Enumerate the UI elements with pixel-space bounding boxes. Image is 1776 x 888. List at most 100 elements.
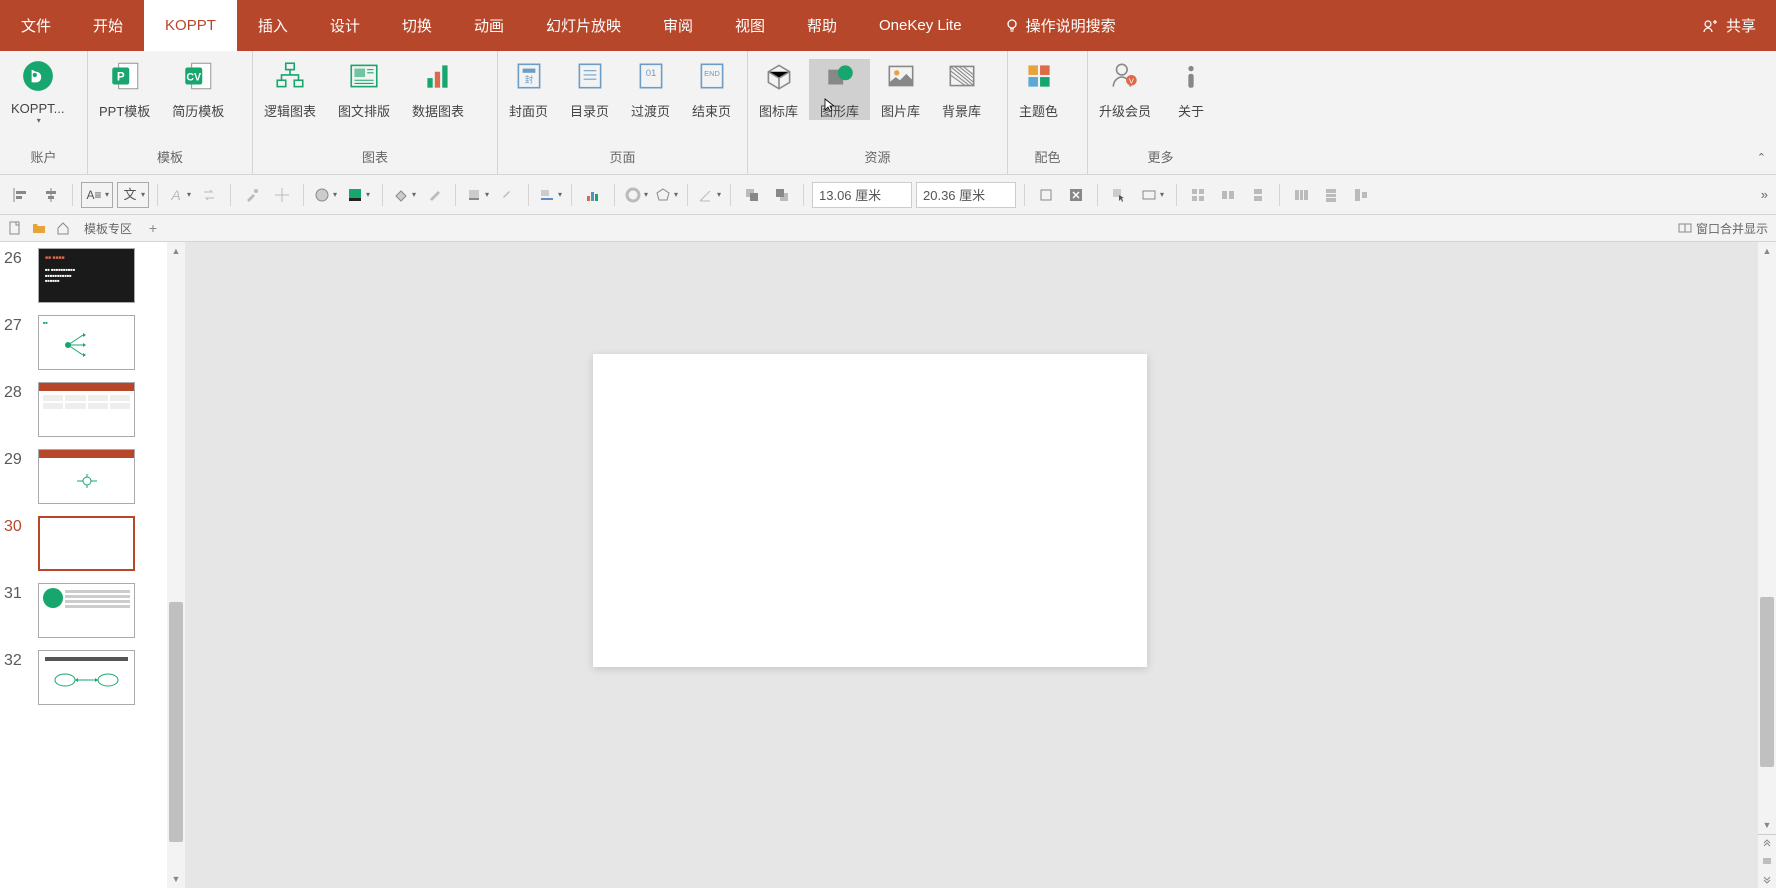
add-tab-button[interactable]: +	[142, 217, 164, 239]
thumbs-scrollbar[interactable]: ▲ ▼	[167, 242, 185, 888]
tab-slideshow[interactable]: 幻灯片放映	[525, 0, 642, 51]
grid1-button[interactable]	[1185, 182, 1211, 208]
align-left-button[interactable]	[8, 182, 34, 208]
cover-page-button[interactable]: 封 封面页	[498, 59, 559, 120]
thumbs-scroll-thumb[interactable]	[169, 602, 183, 842]
thumb-preview[interactable]	[38, 382, 135, 437]
textbox-button[interactable]: A≡▾	[81, 182, 113, 208]
logic-chart-button[interactable]: 逻辑图表	[253, 59, 327, 120]
tab-onekey[interactable]: OneKey Lite	[858, 0, 983, 51]
canvas-scroll-down-button[interactable]: ▼	[1758, 816, 1776, 834]
resume-template-button[interactable]: CV 简历模板	[161, 59, 235, 120]
tab-help[interactable]: 帮助	[786, 0, 858, 51]
thumb-preview[interactable]	[38, 449, 135, 504]
tab-koppt[interactable]: KOPPT	[144, 0, 237, 51]
thumb-row[interactable]: 27■■	[0, 309, 185, 376]
prev-slide-button[interactable]	[1758, 834, 1776, 852]
thumbs-scroll-up-button[interactable]: ▲	[167, 242, 185, 260]
crosshair-button[interactable]	[269, 182, 295, 208]
canvas-scroll-up-button[interactable]: ▲	[1758, 242, 1776, 260]
slide-nav-menu-button[interactable]	[1758, 852, 1776, 870]
cover-page-icon: 封	[512, 59, 546, 93]
collapse-ribbon-button[interactable]: ⌃	[1757, 151, 1766, 164]
koppt-account-button[interactable]: KOPPT... ▾	[0, 59, 75, 125]
thumb-row[interactable]: 28	[0, 376, 185, 443]
distribute1-button[interactable]	[1288, 182, 1314, 208]
tab-review[interactable]: 审阅	[642, 0, 714, 51]
tab-file[interactable]: 文件	[0, 0, 72, 51]
bucket-button[interactable]: ▾	[391, 182, 417, 208]
tab-search[interactable]: 操作说明搜索	[983, 0, 1137, 51]
icon-library-button[interactable]: 图标库	[748, 59, 809, 120]
thumb-preview[interactable]: ■■ ■■■■■■ ■■■■■■■■■■■■■■■■■■■■■■■■■■■	[38, 248, 135, 303]
delete-x-button[interactable]	[1063, 182, 1089, 208]
canvas-scrollbar[interactable]: ▲ ▼	[1758, 242, 1776, 888]
grid3-button[interactable]	[1245, 182, 1271, 208]
expand-toolbar-button[interactable]: »	[1761, 187, 1768, 202]
new-doc-button[interactable]	[4, 217, 26, 239]
slide-canvas[interactable]: ▲ ▼	[185, 242, 1776, 888]
grid2-button[interactable]	[1215, 182, 1241, 208]
bg-library-button[interactable]: 背景库	[931, 59, 992, 120]
active-slide[interactable]	[593, 354, 1147, 667]
height-input[interactable]	[812, 182, 912, 208]
imgtxt-button[interactable]: 图文排版	[327, 59, 401, 120]
tab-insert[interactable]: 插入	[237, 0, 309, 51]
select-cursor-button[interactable]	[1106, 182, 1132, 208]
align-center-button[interactable]	[38, 182, 64, 208]
donut-button[interactable]: ▾	[623, 182, 649, 208]
thumb-preview[interactable]	[38, 516, 135, 571]
distribute2-button[interactable]	[1318, 182, 1344, 208]
about-button[interactable]: 关于	[1162, 59, 1220, 120]
distribute3-button[interactable]	[1348, 182, 1374, 208]
thumb-row[interactable]: 29	[0, 443, 185, 510]
thumb-row[interactable]: 32	[0, 644, 185, 711]
theme-color-button[interactable]: 主题色	[1008, 59, 1069, 120]
transition-page-button[interactable]: 01 过渡页	[620, 59, 681, 120]
folder-button[interactable]	[28, 217, 50, 239]
home-button[interactable]	[52, 217, 74, 239]
next-slide-button[interactable]	[1758, 870, 1776, 888]
tab-design[interactable]: 设计	[309, 0, 381, 51]
shape-library-button[interactable]: 图形库	[809, 59, 870, 120]
upgrade-button[interactable]: V 升级会员	[1088, 59, 1162, 120]
tab-home[interactable]: 开始	[72, 0, 144, 51]
share-button[interactable]: 共享	[1682, 15, 1776, 36]
image-library-button[interactable]: 图片库	[870, 59, 931, 120]
style-button[interactable]: ▾	[537, 182, 563, 208]
thumb-preview[interactable]: ■■	[38, 315, 135, 370]
thumb-row[interactable]: 26■■ ■■■■■■ ■■■■■■■■■■■■■■■■■■■■■■■■■■■	[0, 242, 185, 309]
thumb-row[interactable]: 30	[0, 510, 185, 577]
replace-button[interactable]	[196, 182, 222, 208]
thumb-row[interactable]: 31	[0, 577, 185, 644]
fill-color-button[interactable]: ▾	[342, 182, 374, 208]
text-orient-button[interactable]: 文▾	[117, 182, 149, 208]
chart-button[interactable]	[580, 182, 606, 208]
thumb-preview[interactable]	[38, 650, 135, 705]
eyedropper-button[interactable]	[239, 182, 265, 208]
canvas-scroll-thumb[interactable]	[1760, 597, 1774, 767]
template-area-tab[interactable]: 模板专区	[76, 220, 140, 237]
brush-button[interactable]	[421, 182, 447, 208]
toc-page-button[interactable]: 目录页	[559, 59, 620, 120]
end-page-button[interactable]: END 结束页	[681, 59, 742, 120]
pentagon-button[interactable]: ▾	[653, 182, 679, 208]
thumb-preview[interactable]	[38, 583, 135, 638]
circle-shape-button[interactable]: ▾	[312, 182, 338, 208]
window-merge-button[interactable]: 窗口合并显示	[1678, 220, 1768, 237]
crop-button[interactable]	[1033, 182, 1059, 208]
layer-front-button[interactable]	[739, 182, 765, 208]
pen-button[interactable]	[494, 182, 520, 208]
tab-animation[interactable]: 动画	[453, 0, 525, 51]
tab-transition[interactable]: 切换	[381, 0, 453, 51]
layer-back-button[interactable]	[769, 182, 795, 208]
tab-view[interactable]: 视图	[714, 0, 786, 51]
thumbs-scroll-down-button[interactable]: ▼	[167, 870, 185, 888]
font-button[interactable]: A▾	[166, 182, 192, 208]
width-input[interactable]	[916, 182, 1016, 208]
angle-button[interactable]: ▾	[696, 182, 722, 208]
highlight-button[interactable]: ▾	[464, 182, 490, 208]
outline-button[interactable]: ▾	[1136, 182, 1168, 208]
ppt-template-button[interactable]: P PPT模板	[88, 59, 161, 120]
data-chart-button[interactable]: 数据图表	[401, 59, 475, 120]
